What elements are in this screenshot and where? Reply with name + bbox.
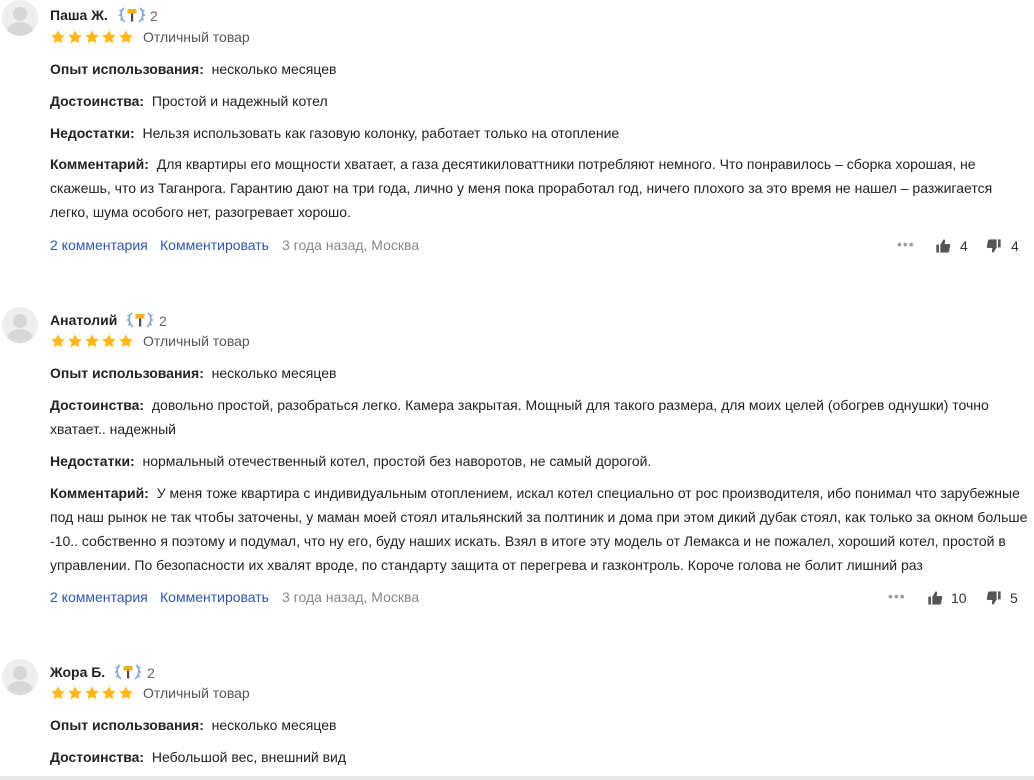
star-icon	[101, 685, 117, 701]
dislikes-count: 4	[1011, 238, 1019, 254]
comment-line: управлении. По безопасности их хвалят вр…	[50, 557, 923, 573]
comment-line: скажешь, что из Таганрога. Гарантию дают…	[50, 180, 993, 196]
badge-count: 2	[159, 313, 167, 329]
star-icon	[84, 29, 100, 45]
pros-row: Достоинства: довольно простой, разобрать…	[50, 393, 1034, 441]
pros-label: Достоинства:	[50, 93, 145, 109]
cons-value: нормальный отечественный котел, простой …	[142, 453, 652, 469]
comment-line: легко, шума особого нет, разогревает хор…	[50, 204, 351, 220]
star-icon	[67, 29, 83, 45]
star-icon	[50, 29, 66, 45]
review-date-location: 3 года назад, Москва	[282, 237, 420, 253]
experience-label: Опыт использования:	[50, 365, 204, 381]
grade-label: Отличный товар	[143, 685, 250, 701]
pros-row: Достоинства: Небольшой вес, внешний вид	[50, 745, 1034, 769]
avatar[interactable]	[2, 659, 38, 695]
star-icon	[84, 685, 100, 701]
cons-label: Недостатки:	[50, 453, 135, 469]
thumbs-up-icon[interactable]	[935, 238, 951, 254]
laurel-badge-icon	[118, 5, 146, 25]
comments-count-link[interactable]: 2 комментария	[50, 589, 148, 605]
laurel-badge-icon	[126, 310, 154, 330]
likes-count: 4	[960, 238, 968, 254]
badge-count: 2	[150, 8, 158, 24]
comment-button[interactable]: Комментировать	[160, 589, 269, 605]
experience-label: Опыт использования:	[50, 717, 204, 733]
comment-line: под наш рынок не так чтобы заточены, у м…	[50, 509, 1028, 525]
review-date-location: 3 года назад, Москва	[282, 589, 420, 605]
pros-label: Достоинства:	[50, 397, 145, 413]
comment-row: Комментарий: Для квартиры его мощности х…	[50, 152, 1034, 224]
comment-line: -10.. собственно я поэтому и подумал, чт…	[50, 533, 1006, 549]
thumbs-up-icon[interactable]	[927, 590, 943, 606]
star-icon	[50, 333, 66, 349]
pros-line: хватает.. надежный	[50, 421, 176, 437]
likes-count: 10	[951, 590, 967, 606]
experience-label: Опыт использования:	[50, 61, 204, 77]
star-icon	[84, 333, 100, 349]
dislikes-count: 5	[1010, 590, 1018, 606]
thumbs-down-icon[interactable]	[986, 238, 1002, 254]
pros-label: Достоинства:	[50, 749, 145, 765]
comment-line: Для квартиры его мощности хватает, а газ…	[156, 156, 976, 172]
star-icon	[50, 685, 66, 701]
rating-stars	[50, 333, 134, 349]
comment-button[interactable]: Комментировать	[160, 237, 269, 253]
star-icon	[101, 333, 117, 349]
star-icon	[67, 333, 83, 349]
star-icon	[118, 685, 134, 701]
pros-value: Простой и надежный котел	[151, 93, 328, 109]
more-options-icon[interactable]: •••	[888, 588, 906, 604]
author-name[interactable]: Жора Б.	[50, 664, 105, 680]
star-icon	[67, 685, 83, 701]
author-name[interactable]: Анатолий	[50, 312, 117, 328]
star-icon	[118, 333, 134, 349]
badge-count: 2	[147, 665, 155, 681]
experience-value: несколько месяцев	[211, 717, 337, 733]
comments-count-link[interactable]: 2 комментария	[50, 237, 148, 253]
more-options-icon[interactable]: •••	[897, 236, 915, 252]
comment-label: Комментарий:	[50, 156, 149, 172]
experience-row: Опыт использования: несколько месяцев	[50, 57, 1034, 81]
cons-value: Нельзя использовать как газовую колонку,…	[142, 125, 620, 141]
rating-stars	[50, 29, 134, 45]
author-name[interactable]: Паша Ж.	[50, 7, 108, 23]
avatar[interactable]	[2, 307, 38, 343]
pros-line: довольно простой, разобраться легко. Кам…	[151, 397, 989, 413]
laurel-badge-icon	[114, 662, 142, 682]
avatar[interactable]	[2, 0, 38, 36]
pros-value: Небольшой вес, внешний вид	[151, 749, 347, 765]
cons-row: Недостатки: нормальный отечественный кот…	[50, 449, 1034, 473]
comment-label: Комментарий:	[50, 485, 149, 501]
comment-row: Комментарий: У меня тоже квартира с инди…	[50, 481, 1034, 577]
experience-row: Опыт использования: несколько месяцев	[50, 361, 1034, 385]
thumbs-down-icon[interactable]	[986, 590, 1002, 606]
grade-label: Отличный товар	[143, 29, 250, 45]
star-icon	[101, 29, 117, 45]
experience-value: несколько месяцев	[211, 365, 337, 381]
cons-row: Недостатки: Нельзя использовать как газо…	[50, 121, 1034, 145]
divider	[0, 776, 1034, 780]
grade-label: Отличный товар	[143, 333, 250, 349]
experience-row: Опыт использования: несколько месяцев	[50, 713, 1034, 737]
rating-stars	[50, 685, 134, 701]
star-icon	[118, 29, 134, 45]
comment-line: У меня тоже квартира с индивидуальным от…	[156, 485, 1020, 501]
cons-label: Недостатки:	[50, 125, 135, 141]
pros-row: Достоинства: Простой и надежный котел	[50, 89, 1034, 113]
experience-value: несколько месяцев	[211, 61, 337, 77]
